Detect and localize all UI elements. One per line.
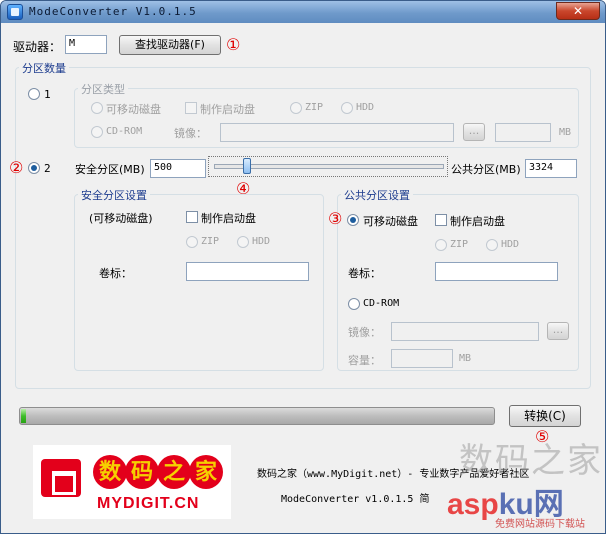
safe-hdd-label: HDD xyxy=(252,236,271,247)
watermark-sub: 免费网站源码下载站 xyxy=(495,519,585,530)
safe-volume-input[interactable] xyxy=(186,262,309,281)
public-cdrom-radio[interactable] xyxy=(348,298,360,310)
public-zip-label: ZIP xyxy=(450,239,469,250)
partition-slider-thumb[interactable] xyxy=(243,158,251,174)
type-image-label: 镜像： xyxy=(174,127,207,140)
safe-zip-radio[interactable] xyxy=(186,236,198,248)
type-cdrom-label: CD-ROM xyxy=(106,126,143,137)
drive-input[interactable]: M xyxy=(65,35,107,54)
type-zip-radio[interactable] xyxy=(290,102,302,114)
type-make-boot-label: 制作启动盘 xyxy=(200,103,255,116)
type-zip-label: ZIP xyxy=(305,102,324,113)
progress-bar xyxy=(19,407,495,425)
type-make-boot-checkbox[interactable] xyxy=(185,102,197,114)
public-volume-label: 卷标： xyxy=(348,267,381,280)
partition-2-radio[interactable] xyxy=(28,162,40,174)
public-browse-button[interactable]: ... xyxy=(547,322,569,340)
progress-fill xyxy=(21,409,26,423)
watermark-asp: asp xyxy=(447,488,499,521)
safe-zip-label: ZIP xyxy=(201,236,220,247)
marker-2: ② xyxy=(9,158,24,177)
logo-char-1: 数 xyxy=(93,455,127,489)
type-size-input[interactable] xyxy=(495,123,551,142)
safe-type-text: (可移动磁盘) xyxy=(89,212,153,225)
safe-make-boot-checkbox[interactable] xyxy=(186,211,198,223)
safe-partition-label: 安全分区(MB) xyxy=(75,163,145,176)
logo-house-icon xyxy=(41,459,81,497)
partition-1-radio[interactable] xyxy=(28,88,40,100)
safe-make-boot-label: 制作启动盘 xyxy=(201,212,256,225)
find-drive-button[interactable]: 查找驱动器(F) xyxy=(119,35,221,55)
type-size-unit: MB xyxy=(559,127,572,138)
logo-text-en: MYDIGIT.CN xyxy=(97,495,200,512)
marker-1: ① xyxy=(226,35,241,54)
public-capacity-label: 容量： xyxy=(348,354,381,367)
marker-3: ③ xyxy=(328,209,343,228)
logo-char-3: 之 xyxy=(157,455,191,489)
partition-type-title: 分区类型 xyxy=(78,81,128,97)
public-make-boot-label: 制作启动盘 xyxy=(450,215,505,228)
public-removable-label: 可移动磁盘 xyxy=(363,215,418,228)
type-removable-label: 可移动磁盘 xyxy=(106,103,161,116)
safe-partition-input[interactable]: 500 xyxy=(150,159,206,178)
public-partition-input[interactable]: 3324 xyxy=(525,159,577,178)
public-cdrom-label: CD-ROM xyxy=(363,298,400,309)
public-partition-label: 公共分区(MB) xyxy=(451,163,521,176)
type-image-input[interactable] xyxy=(220,123,454,142)
type-hdd-radio[interactable] xyxy=(341,102,353,114)
safe-hdd-radio[interactable] xyxy=(237,236,249,248)
public-zip-radio[interactable] xyxy=(435,239,447,251)
drive-label: 驱动器： xyxy=(13,40,62,54)
logo-char-4: 家 xyxy=(189,455,223,489)
safe-settings-title: 安全分区设置 xyxy=(78,187,150,203)
type-hdd-label: HDD xyxy=(356,102,375,113)
public-image-input[interactable] xyxy=(391,322,539,341)
public-removable-radio[interactable] xyxy=(347,214,359,226)
public-make-boot-checkbox[interactable] xyxy=(435,214,447,226)
partition-count-title: 分区数量 xyxy=(19,60,69,76)
title-bar[interactable]: ModeConverter V1.0.1.5 ✕ xyxy=(1,1,605,23)
type-browse-button[interactable]: ... xyxy=(463,123,485,141)
partition-2-label: 2 xyxy=(44,162,51,175)
public-hdd-radio[interactable] xyxy=(486,239,498,251)
mydigit-logo[interactable]: 数 码 之 家 MYDIGIT.CN xyxy=(33,445,231,519)
type-cdrom-radio[interactable] xyxy=(91,126,103,138)
public-capacity-input[interactable] xyxy=(391,349,453,368)
partition-1-label: 1 xyxy=(44,88,51,101)
type-removable-radio[interactable] xyxy=(91,102,103,114)
footer-line-2: ModeConverter v1.0.1.5 简 xyxy=(281,494,430,505)
window-title: ModeConverter V1.0.1.5 xyxy=(29,5,197,18)
public-capacity-unit: MB xyxy=(459,353,472,364)
app-window: ModeConverter V1.0.1.5 ✕ 驱动器： M 查找驱动器(F)… xyxy=(0,0,606,534)
logo-char-2: 码 xyxy=(125,455,159,489)
public-settings-title: 公共分区设置 xyxy=(341,187,413,203)
public-hdd-label: HDD xyxy=(501,239,520,250)
public-volume-input[interactable] xyxy=(435,262,558,281)
safe-volume-label: 卷标： xyxy=(99,267,132,280)
watermark-cn: 数码之家 xyxy=(459,441,603,481)
close-button[interactable]: ✕ xyxy=(556,2,600,20)
convert-button[interactable]: 转换(C) xyxy=(509,405,581,427)
public-image-label: 镜像： xyxy=(348,326,381,339)
app-icon xyxy=(7,4,23,20)
